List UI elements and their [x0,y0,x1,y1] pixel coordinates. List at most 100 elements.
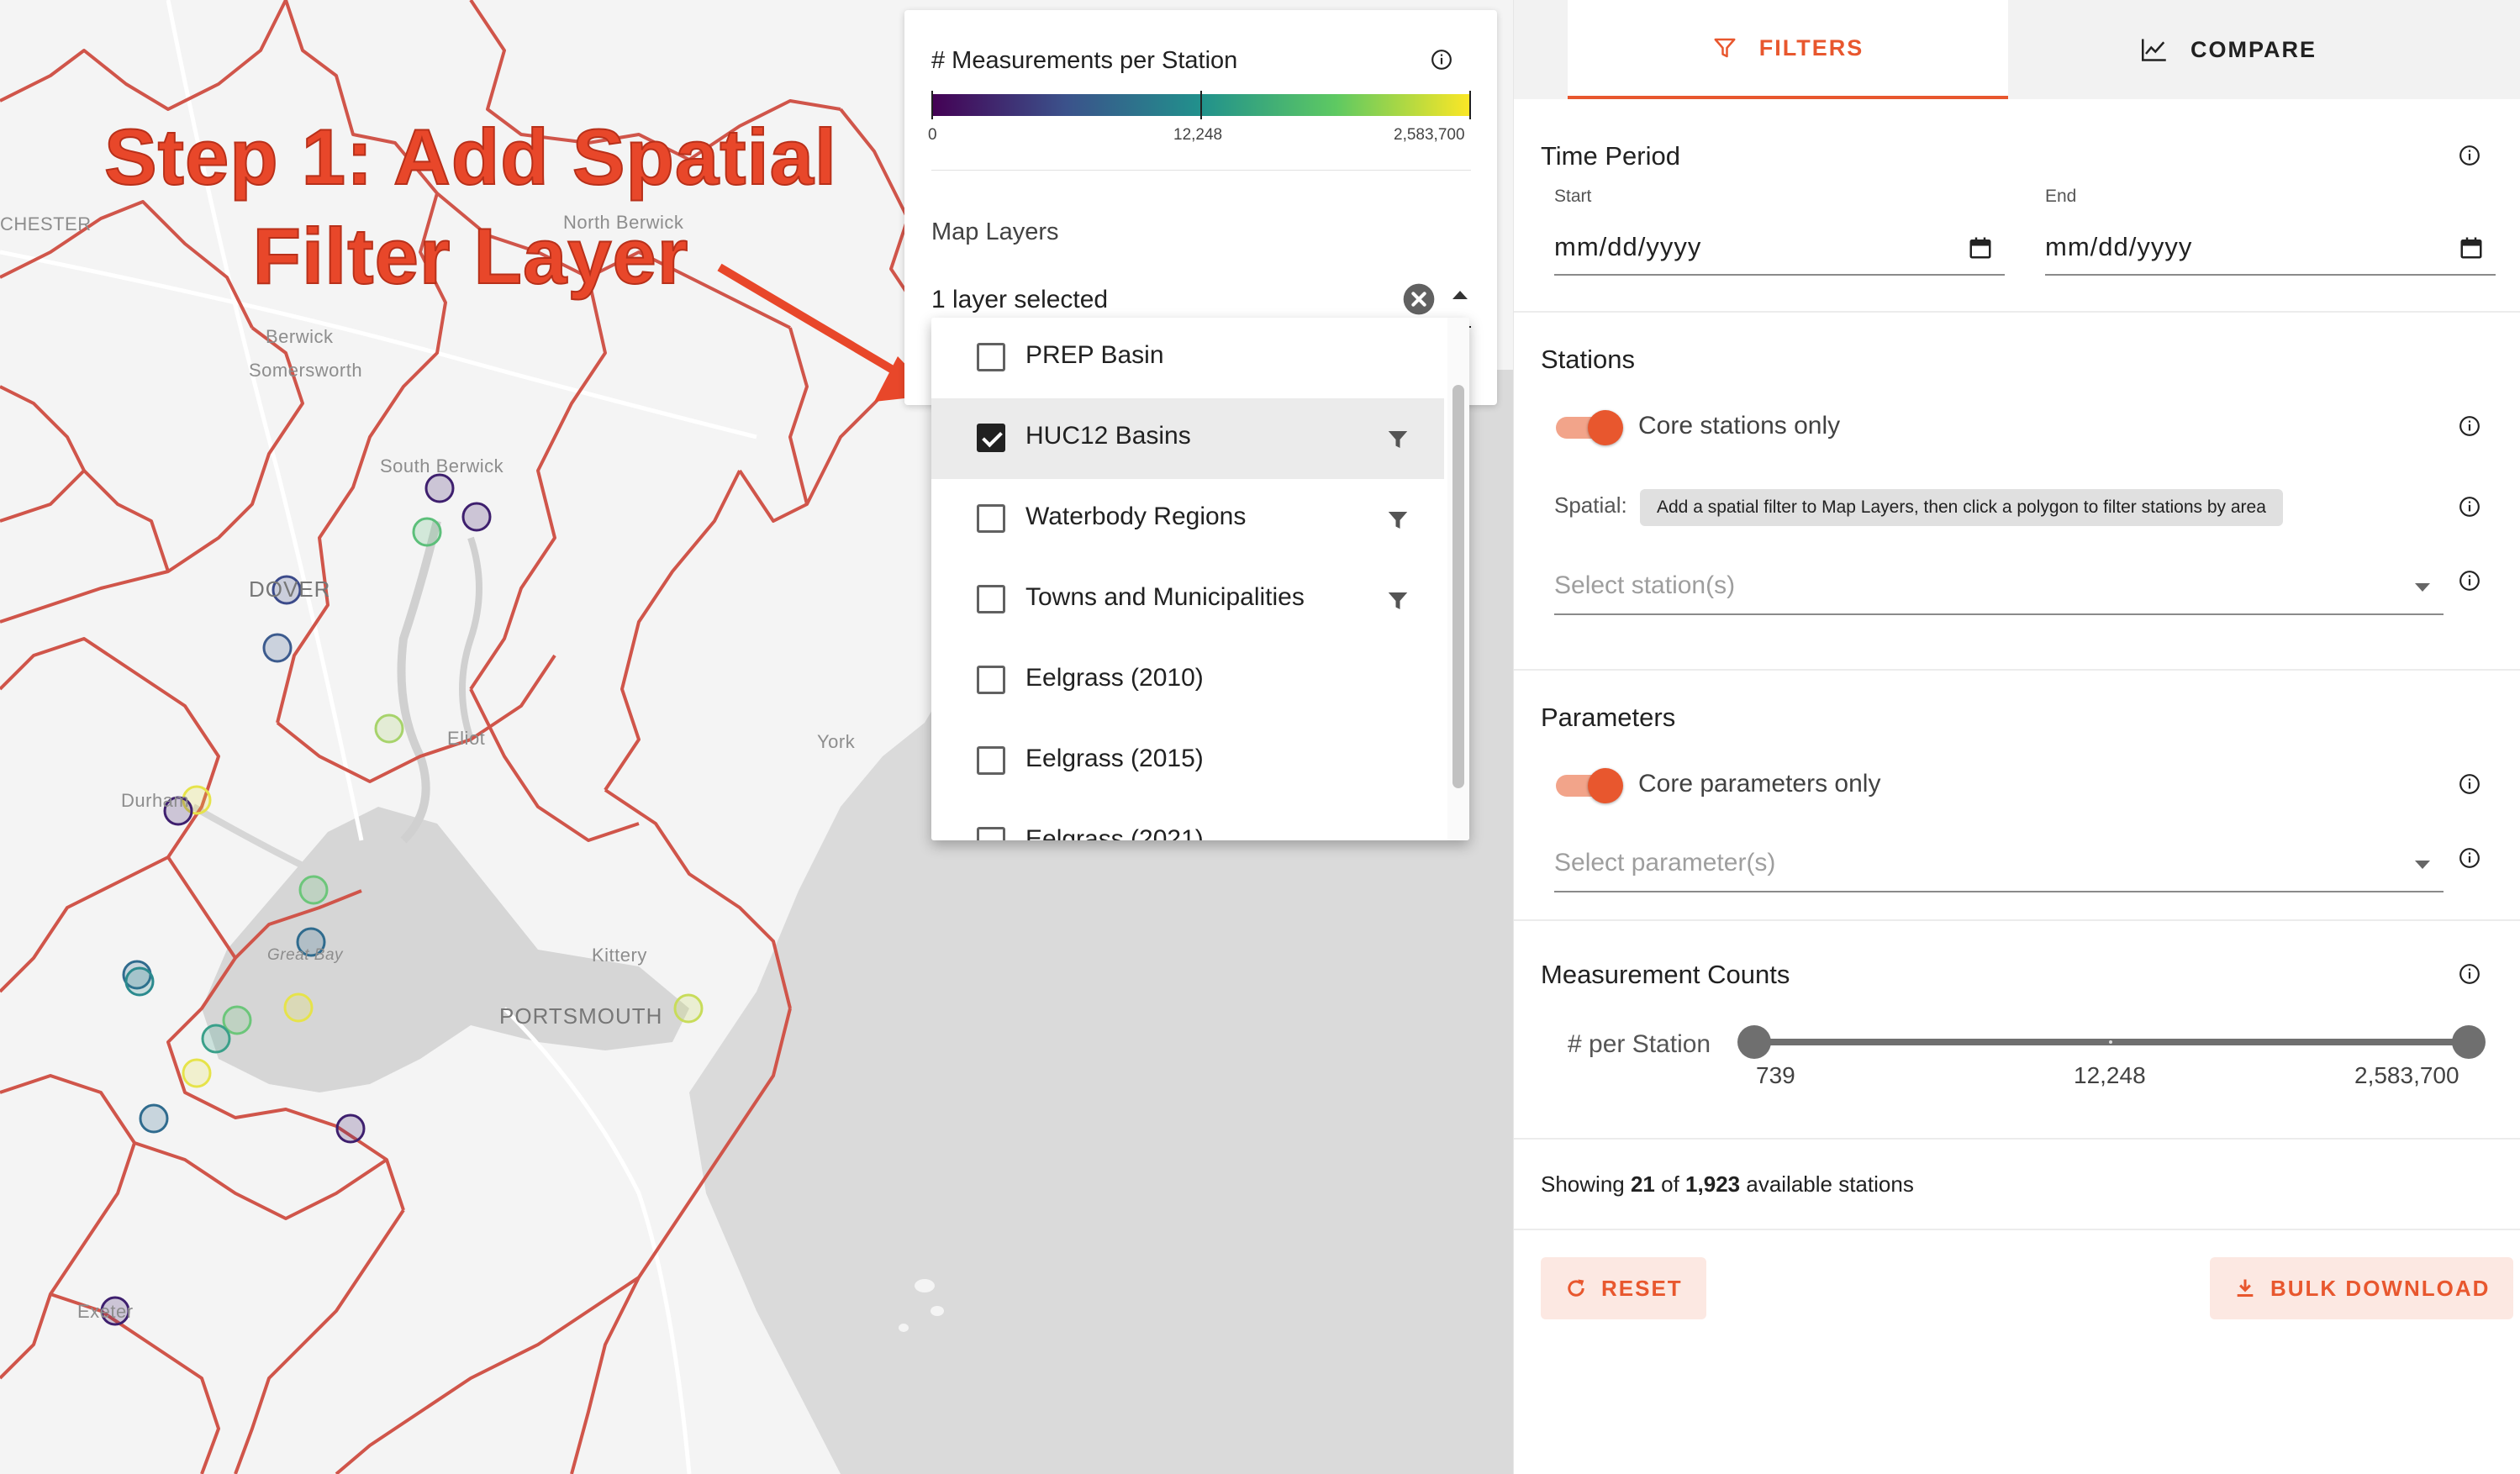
showing-summary: Showing 21 of 1,923 available stations [1541,1171,1914,1198]
step-annotation-line1: Step 1: Add Spatial [103,112,838,202]
info-icon[interactable] [2459,415,2480,437]
station-select[interactable]: Select station(s) [1554,561,2444,615]
place-label: York [817,731,856,752]
colorbar-tick [1469,91,1471,119]
place-label: Berwick [266,326,334,347]
bulk-download-button[interactable]: BULK DOWNLOAD [2210,1257,2514,1319]
core-stations-toggle[interactable] [1556,410,1623,445]
info-icon[interactable] [2459,496,2480,518]
end-date-input[interactable]: mm/dd/yyyy [2045,215,2496,276]
filter-icon [1714,38,1736,58]
checkbox[interactable] [977,746,1005,775]
spatial-hint-chip: Add a spatial filter to Map Layers, then… [1640,489,2283,526]
place-label: Great Bay [267,946,344,964]
place-label: PORTSMOUTH [499,1003,663,1029]
core-stations-label: Core stations only [1638,412,1841,440]
tab-bar: FILTERS COMPARE [1514,0,2520,99]
colorbar-tick [931,91,933,119]
tab-filters[interactable]: FILTERS [1568,0,2008,99]
layer-option-towns[interactable]: Towns and Municipalities [931,560,1444,640]
time-period-title: Time Period [1541,141,1680,171]
end-date-value: mm/dd/yyyy [2045,232,2193,261]
info-icon[interactable] [1431,49,1452,71]
scrollbar-thumb[interactable] [1452,385,1464,788]
core-parameters-toggle[interactable] [1556,768,1623,803]
layer-option-label: Eelgrass (2015) [1025,745,1204,772]
parameters-title: Parameters [1541,703,1676,732]
core-parameters-label: Core parameters only [1638,770,1881,798]
summary-shown-count: 21 [1630,1171,1655,1197]
checkbox[interactable] [977,504,1005,533]
parameter-select-placeholder: Select parameter(s) [1554,849,1776,877]
colorbar-tick [1200,91,1202,119]
line-chart-icon [2141,39,2166,61]
filter-icon [1388,431,1408,448]
checkbox[interactable] [977,585,1005,613]
download-icon [2237,1279,2254,1298]
checkbox[interactable] [977,666,1005,694]
divider [1514,311,2520,313]
layer-option-eelgrass-2015[interactable]: Eelgrass (2015) [931,721,1444,802]
end-label: End [2045,187,2077,206]
tab-filters-label: FILTERS [1758,34,1864,61]
info-icon[interactable] [2459,847,2480,869]
checkbox[interactable] [977,343,1005,371]
slider-handle-max[interactable] [2452,1025,2486,1059]
divider [1514,1229,2520,1230]
place-label: Somersworth [249,360,363,381]
calendar-icon[interactable] [1968,235,1993,261]
map-layers-title: Map Layers [931,218,1059,245]
info-icon[interactable] [2459,570,2480,592]
station-select-placeholder: Select station(s) [1554,571,1736,599]
tab-compare[interactable]: COMPARE [2008,0,2449,99]
clear-icon[interactable] [1402,282,1436,316]
divider [1514,669,2520,671]
info-icon[interactable] [2459,963,2480,985]
layer-option-label: HUC12 Basins [1025,422,1191,450]
parameter-select[interactable]: Select parameter(s) [1554,839,2444,892]
chevron-down-icon[interactable] [2415,861,2430,869]
stations-title: Stations [1541,345,1636,374]
place-label: Durham [121,790,190,811]
slider-mark-mid: 12,248 [2074,1062,2146,1088]
legend-title: # Measurements per Station [931,47,1238,74]
filter-panel: FILTERS COMPARE Time Period Start End mm… [1513,0,2520,1474]
spatial-label: Spatial: [1554,492,1627,518]
layer-option-label: Eelgrass (2010) [1025,664,1204,692]
layer-option-eelgrass-2010[interactable]: Eelgrass (2010) [931,640,1444,721]
map-layers-dropdown[interactable]: PREP Basin HUC12 Basins Waterbody Region… [931,318,1469,840]
filter-icon [1388,512,1408,529]
summary-total-count: 1,923 [1685,1171,1741,1197]
layer-option-waterbody-regions[interactable]: Waterbody Regions [931,479,1444,560]
chevron-up-icon[interactable] [1452,291,1468,299]
calendar-icon[interactable] [2459,235,2484,261]
layer-option-eelgrass-2021[interactable]: Eelgrass (2021) [931,802,1444,840]
checkbox[interactable] [977,827,1005,840]
refresh-icon [1568,1279,1584,1297]
layer-option-label: Eelgrass (2021) [1025,825,1204,840]
slider-mark-max: 2,583,700 [2354,1062,2459,1088]
slider-label: # per Station [1568,1030,1711,1058]
layer-option-huc12-basins[interactable]: HUC12 Basins [931,398,1444,479]
layer-option-prep-basin[interactable]: PREP Basin [931,318,1444,398]
info-icon[interactable] [2459,773,2480,795]
filter-icon [1388,592,1408,609]
reset-button[interactable]: RESET [1541,1257,1706,1319]
checkbox[interactable] [977,424,1005,452]
slider-handle-min[interactable] [1737,1025,1771,1059]
map[interactable]: CHESTER North Berwick Berwick Somerswort… [0,0,1513,1474]
layer-option-label: PREP Basin [1025,341,1164,369]
start-date-input[interactable]: mm/dd/yyyy [1554,215,2005,276]
colorbar-label-max: 2,583,700 [1394,126,1465,144]
start-date-value: mm/dd/yyyy [1554,232,1702,261]
chevron-down-icon[interactable] [2415,583,2430,592]
divider [1514,919,2520,921]
slider-mark-dot [2109,1040,2112,1044]
step-annotation-line2: Filter Layer [252,211,689,301]
divider [931,170,1471,171]
divider [1514,1138,2520,1140]
layer-option-label: Waterbody Regions [1025,503,1247,530]
layer-option-label: Towns and Municipalities [1025,583,1305,611]
summary-prefix: Showing [1541,1171,1625,1197]
info-icon[interactable] [2459,145,2480,166]
